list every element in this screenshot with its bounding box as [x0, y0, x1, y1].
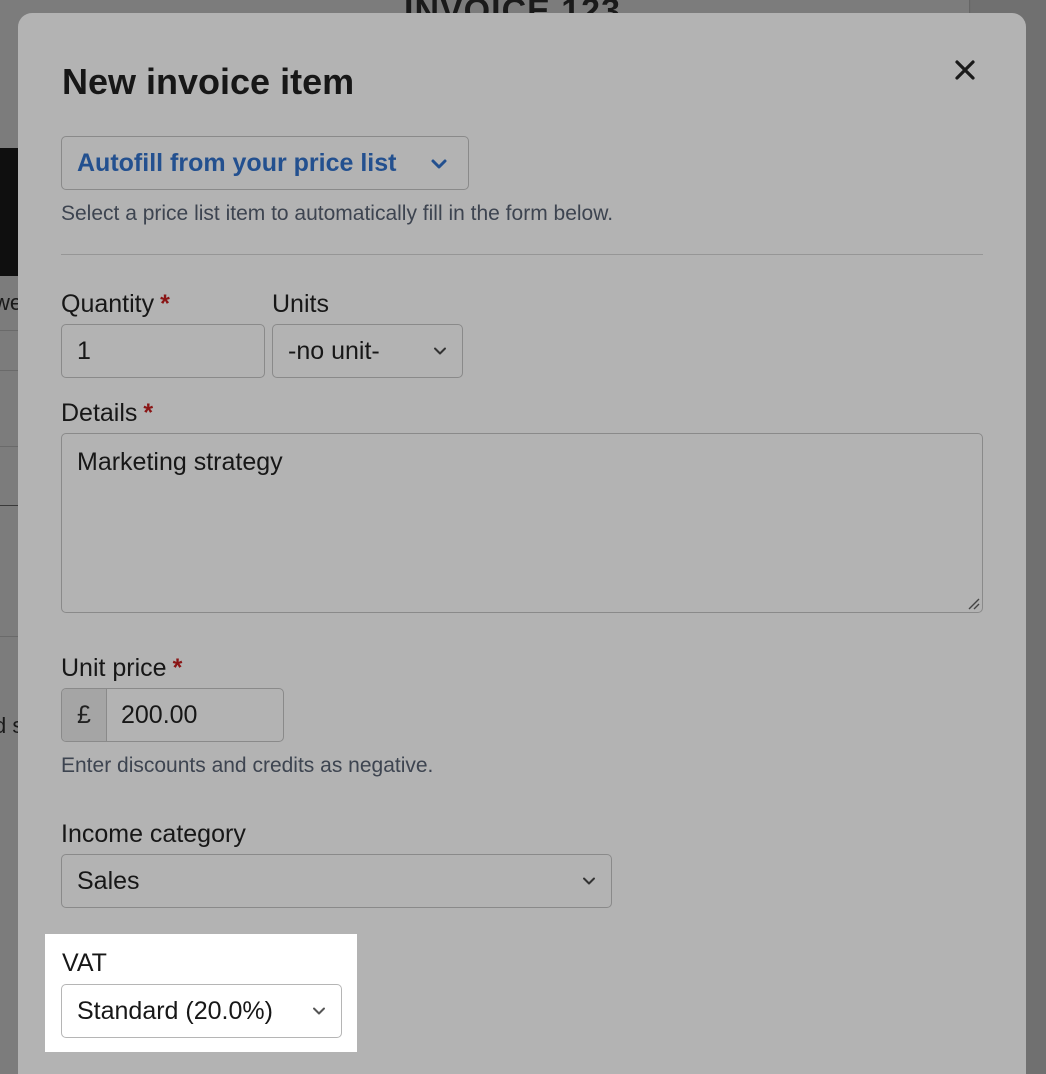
- modal-title: New invoice item: [62, 61, 355, 102]
- vat-select[interactable]: Standard (20.0%): [61, 984, 342, 1038]
- chevron-down-icon: [434, 347, 446, 355]
- units-value: -no unit-: [288, 336, 380, 365]
- unit-price-input[interactable]: 200.00: [107, 689, 283, 741]
- section-divider: [61, 254, 983, 255]
- chevron-down-icon: [583, 877, 595, 885]
- unit-price-value: 200.00: [121, 700, 198, 729]
- details-value: Marketing strategy: [77, 448, 283, 476]
- currency-symbol: £: [62, 689, 107, 741]
- unit-price-help-text: Enter discounts and credits as negative.: [61, 754, 434, 777]
- close-button[interactable]: [948, 53, 982, 87]
- new-invoice-item-modal: New invoice item Autofill from your pric…: [18, 13, 1026, 1074]
- close-icon: [955, 60, 975, 80]
- autofill-label: Autofill from your price list: [77, 148, 397, 177]
- chevron-down-icon: [431, 159, 447, 169]
- income-category-value: Sales: [77, 866, 140, 895]
- unit-price-label-group: Unit price *: [61, 654, 182, 683]
- income-category-select[interactable]: Sales: [61, 854, 612, 908]
- details-textarea[interactable]: Marketing strategy: [61, 433, 983, 613]
- quantity-input[interactable]: 1: [61, 324, 265, 378]
- required-marker: *: [172, 654, 183, 682]
- quantity-label: Quantity: [61, 290, 155, 318]
- required-marker: *: [160, 290, 170, 318]
- unit-price-input-group: £ 200.00: [61, 688, 284, 742]
- autofill-price-list-button[interactable]: Autofill from your price list: [61, 136, 469, 190]
- vat-label: VAT: [62, 949, 107, 977]
- units-label: Units: [272, 290, 329, 318]
- unit-price-label: Unit price: [61, 654, 167, 682]
- income-category-label: Income category: [61, 820, 246, 848]
- details-label-group: Details *: [61, 399, 153, 428]
- units-select[interactable]: -no unit-: [272, 324, 463, 378]
- chevron-down-icon: [313, 1007, 325, 1015]
- autofill-help-text: Select a price list item to automaticall…: [61, 202, 614, 225]
- details-label: Details: [61, 399, 138, 427]
- vat-value: Standard (20.0%): [77, 996, 273, 1025]
- resize-handle-icon[interactable]: [964, 594, 980, 610]
- required-marker: *: [143, 399, 154, 427]
- quantity-label-group: Quantity *: [61, 290, 170, 319]
- quantity-value: 1: [77, 336, 91, 365]
- vat-field-highlight: VAT Standard (20.0%): [45, 934, 357, 1052]
